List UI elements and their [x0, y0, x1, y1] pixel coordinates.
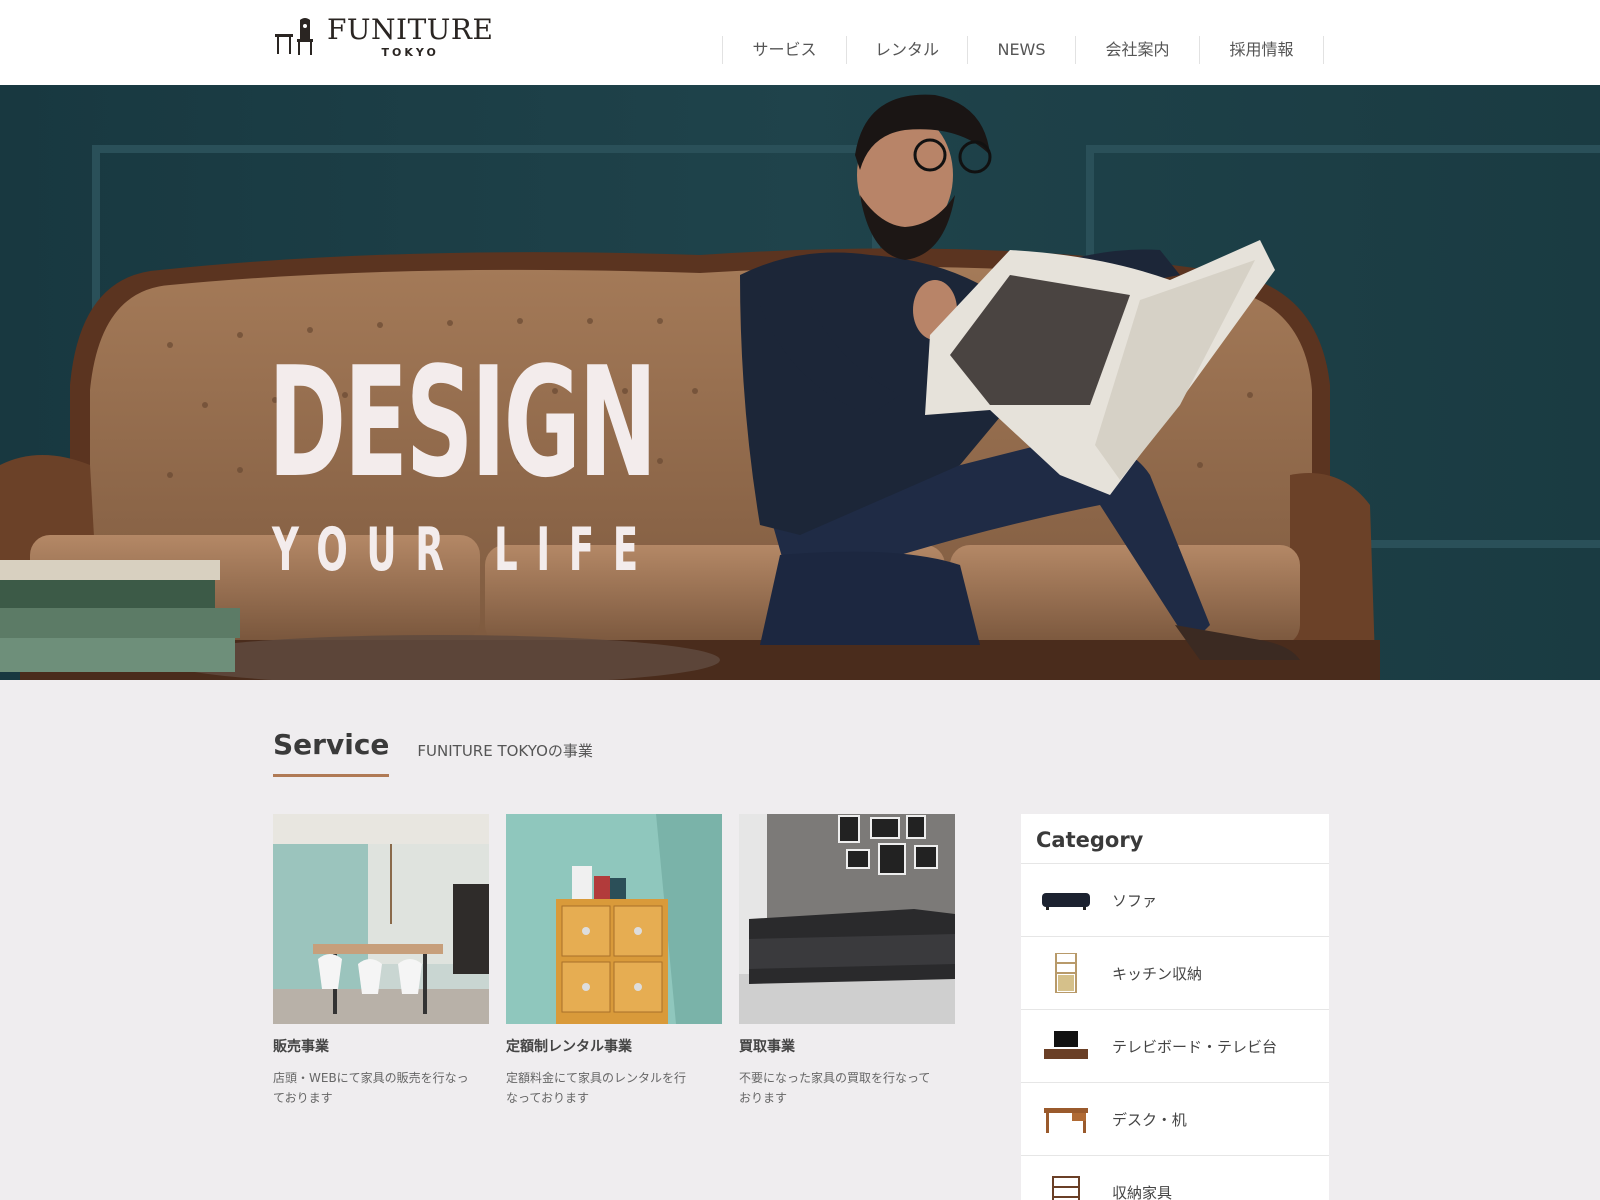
hero-image	[0, 85, 1600, 680]
site-header: FUNITURE TOKYO サービス レンタル NEWS 会社案内 採用情報	[0, 0, 1600, 85]
storage-icon	[1036, 1172, 1096, 1200]
site-logo[interactable]: FUNITURE TOKYO	[273, 14, 493, 62]
category-item-desk[interactable]: デスク・机	[1021, 1083, 1329, 1156]
card-description-line: 定額料金にて家具のレンタルを行	[506, 1071, 687, 1085]
card-title: 定額制レンタル事業	[506, 1039, 632, 1055]
card-title: 買取事業	[739, 1039, 795, 1055]
hero-banner: DESIGN YOUR LIFE	[0, 85, 1600, 680]
service-card-rental[interactable]: 定額制レンタル事業 定額料金にて家具のレンタルを行 なっております	[506, 814, 722, 1108]
category-item-kitchen-storage[interactable]: キッチン収納	[1021, 937, 1329, 1010]
card-description-line: 店頭・WEBにて家具の販売を行なっ	[273, 1071, 469, 1085]
kitchen-shelf-icon	[1036, 953, 1096, 993]
category-title: Category	[1021, 814, 1329, 864]
category-item-label: テレビボード・テレビ台	[1112, 1037, 1278, 1056]
card-description-line: おります	[739, 1091, 788, 1105]
category-item-tv-board[interactable]: テレビボード・テレビ台	[1021, 1010, 1329, 1083]
nav-news[interactable]: NEWS	[968, 36, 1076, 64]
card-description: 店頭・WEBにて家具の販売を行なっ ております	[273, 1068, 489, 1108]
category-item-label: デスク・机	[1112, 1110, 1187, 1129]
category-item-sofa[interactable]: ソファ	[1021, 864, 1329, 937]
drawer-cabinet-image	[506, 814, 722, 1024]
card-description-line: ております	[273, 1091, 333, 1105]
card-description-line: 不要になった家具の買取を行なって	[739, 1071, 931, 1085]
category-item-storage[interactable]: 収納家具	[1021, 1156, 1329, 1200]
nav-service[interactable]: サービス	[723, 36, 847, 64]
category-item-label: 収納家具	[1112, 1183, 1173, 1200]
card-description: 定額料金にて家具のレンタルを行 なっております	[506, 1068, 722, 1108]
hero-subtitle: YOUR LIFE	[272, 515, 657, 585]
leather-sofa-image	[739, 814, 955, 1024]
category-item-label: キッチン収納	[1112, 964, 1203, 983]
service-card-buyback[interactable]: 買取事業 不要になった家具の買取を行なって おります	[739, 814, 955, 1108]
service-card-sales[interactable]: 販売事業 店頭・WEBにて家具の販売を行なっ ております	[273, 814, 489, 1108]
hero-title: DESIGN	[268, 334, 657, 511]
service-section-heading: Service FUNITURE TOKYOの事業	[273, 728, 593, 777]
main-nav: サービス レンタル NEWS 会社案内 採用情報	[722, 36, 1324, 64]
tv-board-icon	[1036, 1026, 1096, 1066]
category-item-label: ソファ	[1112, 891, 1158, 910]
nav-recruit[interactable]: 採用情報	[1200, 36, 1324, 64]
service-cards: 販売事業 店頭・WEBにて家具の販売を行なっ ております 定額制レンタル事業 定…	[273, 814, 972, 1108]
card-title: 販売事業	[273, 1039, 329, 1055]
service-title: Service	[273, 728, 390, 777]
nav-rental[interactable]: レンタル	[847, 36, 968, 64]
category-sidebar: Category ソファ キッチン収納 テレビボード・テレビ台 デスク・机 収納…	[1021, 814, 1329, 1200]
card-description: 不要になった家具の買取を行なって おります	[739, 1068, 955, 1108]
desk-icon	[1036, 1099, 1096, 1139]
service-subtitle: FUNITURE TOKYOの事業	[417, 742, 593, 760]
logo-title: FUNITURE	[327, 13, 494, 46]
cafe-interior-image	[273, 814, 489, 1024]
sofa-icon	[1036, 880, 1096, 920]
nav-company[interactable]: 会社案内	[1076, 36, 1200, 64]
logo-subtitle: TOKYO	[381, 46, 439, 59]
chair-table-logo-icon	[275, 18, 313, 55]
card-description-line: なっております	[506, 1091, 590, 1105]
